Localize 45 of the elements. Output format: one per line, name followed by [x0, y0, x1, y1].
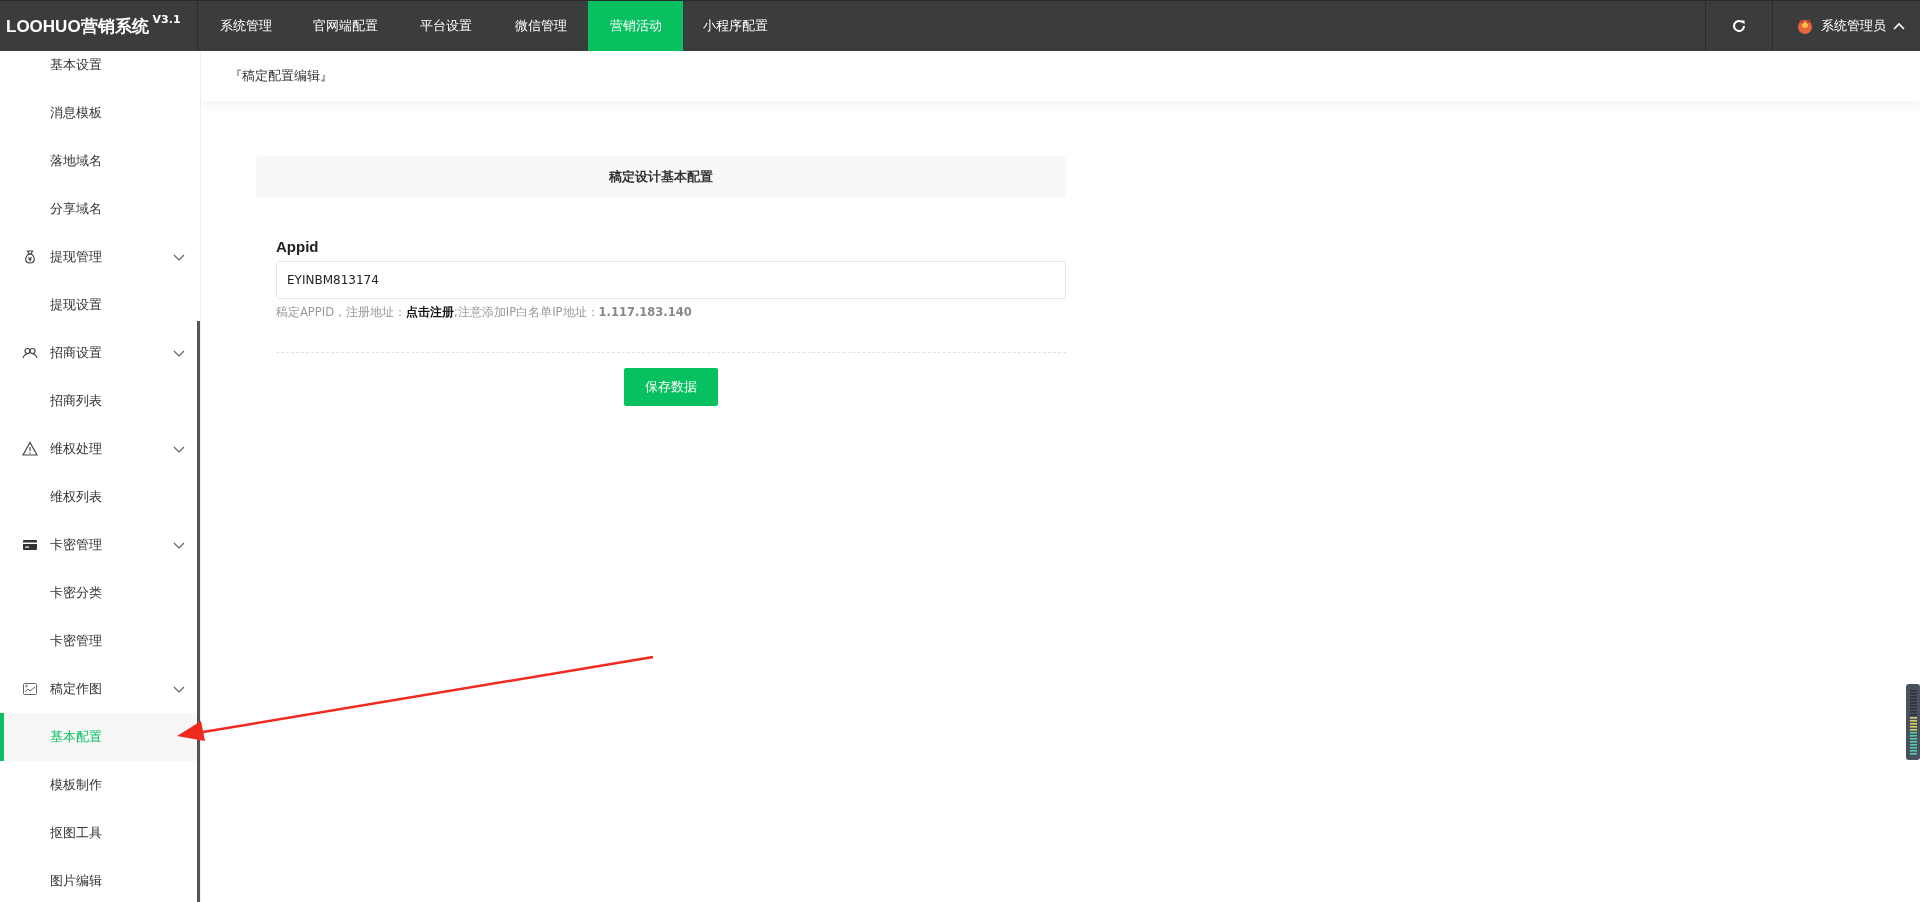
sidebar-item[interactable]: 图片编辑 [0, 857, 200, 902]
group-label: 稿定作图 [50, 680, 102, 698]
sidebar-item[interactable]: 招商列表 [0, 377, 200, 425]
nav-tab[interactable]: 微信管理 [493, 1, 588, 51]
nav-tab[interactable]: 平台设置 [398, 1, 493, 51]
sidebar-item[interactable]: 卡密管理 [0, 617, 200, 665]
appid-input[interactable]: EYINBM813174 [276, 261, 1066, 299]
nav-tab[interactable]: 官网端配置 [293, 1, 398, 51]
money-bag-icon [22, 249, 38, 265]
sidebar-item[interactable]: 落地域名 [0, 137, 200, 185]
people-icon [22, 345, 38, 361]
sidebar-item[interactable]: 基本设置 [0, 51, 200, 89]
version-label: V3.1 [152, 13, 181, 26]
card-icon [22, 537, 38, 553]
warning-icon [22, 441, 38, 457]
app-logo: LOOHUO营销系统 [6, 15, 149, 38]
sidebar-item[interactable]: 维权列表 [0, 473, 200, 521]
group-label: 维权处理 [50, 440, 102, 458]
sidebar-group[interactable]: 招商设置 [0, 329, 200, 377]
sidebar-item[interactable]: 抠图工具 [0, 809, 200, 857]
group-label: 卡密管理 [50, 536, 102, 554]
avatar-icon [1795, 16, 1815, 36]
group-label: 提现管理 [50, 248, 102, 266]
sidebar-item[interactable]: 卡密分类 [0, 569, 200, 617]
help-text: 稿定APPID，注册地址：点击注册;注意添加IP白名单IP地址：1.117.183.140 [276, 305, 693, 320]
refresh-icon [1731, 18, 1747, 34]
user-name: 系统管理员 [1821, 17, 1886, 35]
scrollbar[interactable] [197, 321, 200, 902]
sidebar-item[interactable]: 消息模板 [0, 89, 200, 137]
sidebar-group[interactable]: 卡密管理 [0, 521, 200, 569]
sidebar-group[interactable]: 维权处理 [0, 425, 200, 473]
group-label: 招商设置 [50, 344, 102, 362]
image-icon [22, 681, 38, 697]
nav-tab[interactable]: 系统管理 [198, 1, 293, 51]
breadcrumb: 『稿定配置编辑』 [229, 67, 333, 85]
nav-tab[interactable]: 小程序配置 [683, 1, 788, 51]
section-title: 稿定设计基本配置 [609, 168, 713, 186]
user-menu[interactable]: 系统管理员 [1773, 1, 1920, 51]
sidebar-group[interactable]: 稿定作图 [0, 665, 200, 713]
sidebar-item[interactable]: 模板制作 [0, 761, 200, 809]
sidebar-item[interactable]: 分享域名 [0, 185, 200, 233]
field-label: Appid [276, 238, 320, 255]
sidebar-item[interactable]: 提现设置 [0, 281, 200, 329]
sidebar-group[interactable]: 提现管理 [0, 233, 200, 281]
register-link[interactable]: 点击注册 [406, 305, 454, 319]
